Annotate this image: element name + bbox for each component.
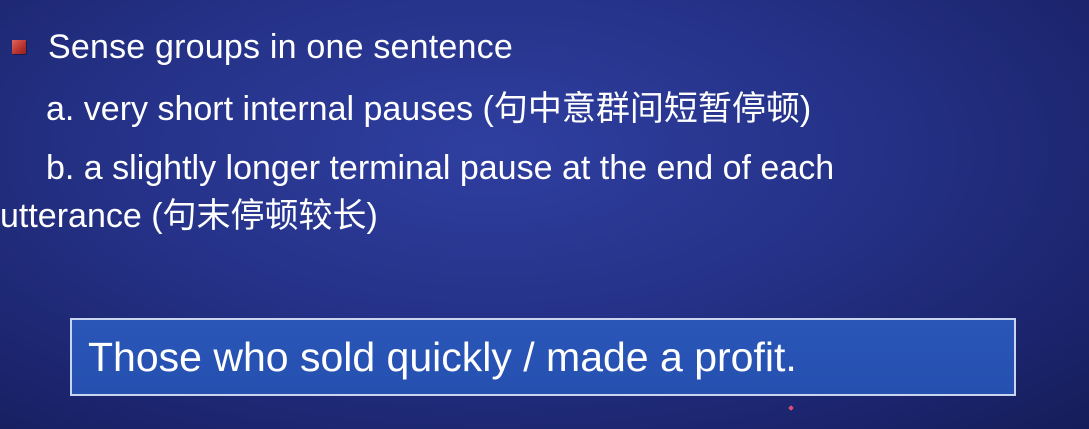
sub-point-b-line1: b. a slightly longer terminal pause at t… [46, 149, 835, 187]
pointer-dot-icon [788, 405, 794, 411]
sub-point-b-line2: utterance (句末停顿较长) [0, 197, 378, 235]
example-sentence-box: Those who sold quickly / made a profit. [70, 318, 1016, 396]
slide-heading: Sense groups in one sentence [48, 28, 513, 66]
example-sentence: Those who sold quickly / made a profit. [88, 334, 797, 380]
bullet-row-heading: Sense groups in one sentence [0, 22, 513, 72]
sub-point-a: a. very short internal pauses (句中意群间短暂停顿… [46, 90, 812, 128]
slide: Sense groups in one sentence a. very sho… [0, 0, 1089, 429]
square-bullet-icon [12, 40, 26, 54]
sub-point-b: b. a slightly longer terminal pause at t… [0, 144, 1089, 240]
